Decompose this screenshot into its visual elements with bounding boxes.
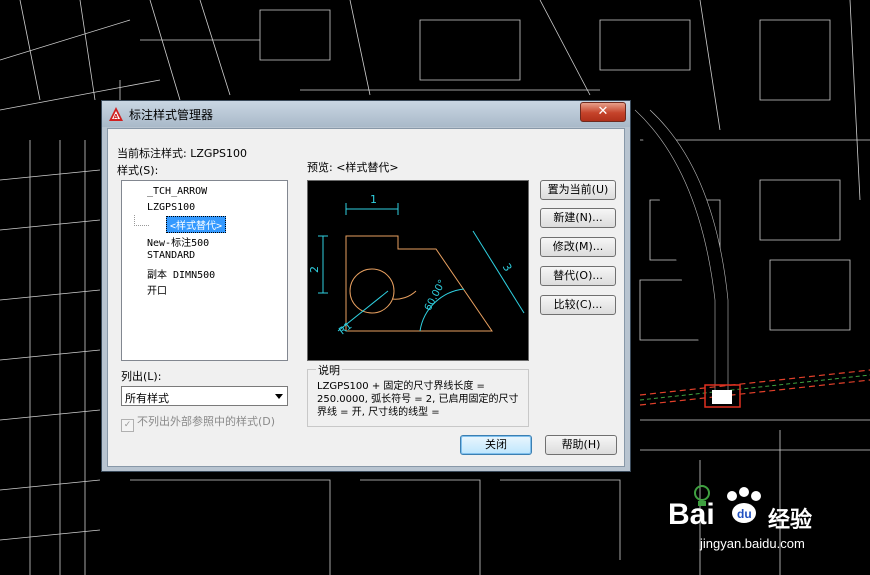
modify-style-button[interactable]: 修改(M)... [540,237,616,257]
set-current-button[interactable]: 置为当前(U) [540,180,616,200]
dimension-preview-drawing: 1 2 3 60.00° R1 [308,193,525,338]
new-style-button[interactable]: 新建(N)... [540,208,616,228]
style-preview-canvas: 1 2 3 60.00° R1 [307,180,529,361]
dim-label-2: 2 [308,266,321,273]
style-item[interactable]: _TCH_ARROW [147,186,207,197]
exclude-xref-checkbox[interactable]: ✓ 不列出外部参照中的样式(D) [121,413,275,432]
help-button[interactable]: 帮助(H) [545,435,617,455]
dialog-client-area: 当前标注样式: LZGPS100 样式(S): _TCH_ARROW LZGPS… [107,128,625,467]
dialog-title: 标注样式管理器 [129,108,214,122]
svg-text:du: du [737,507,752,521]
baidu-paw-logo-icon: du [727,487,761,523]
bulb-icon [694,485,710,506]
autocad-logo-icon: A [109,107,123,121]
current-style-label: 当前标注样式: LZGPS100 [117,147,248,160]
style-item[interactable]: STANDARD [147,250,195,261]
title-bar[interactable]: A 标注样式管理器 ✕ [102,101,630,127]
watermark-url: jingyan.baidu.com [700,536,805,551]
style-item-selected[interactable]: <样式替代> [166,216,227,233]
svg-text:A: A [114,114,119,121]
compare-style-button[interactable]: 比较(C)... [540,295,616,315]
description-group: 说明 LZGPS100 + 固定的尺寸界线长度 = 250.0000, 弧长符号… [307,362,529,427]
style-item[interactable]: 副本 DIMN500 [147,266,215,281]
tree-connector [134,215,149,226]
description-text: LZGPS100 + 固定的尺寸界线长度 = 250.0000, 弧长符号 = … [317,381,519,418]
description-title: 说明 [316,362,342,378]
close-window-button[interactable]: ✕ [580,102,626,122]
styles-listbox[interactable]: _TCH_ARROW LZGPS100 <样式替代> New-标注500 STA… [121,180,288,361]
dim-label-1: 1 [370,193,377,206]
styles-label: 样式(S): [117,164,159,177]
close-button[interactable]: 关闭 [460,435,532,455]
baidu-jingyan-text: 经验 [768,507,813,532]
chevron-down-icon[interactable] [275,394,283,399]
radius-label: R1 [337,321,354,338]
list-label: 列出(L): [121,370,162,383]
exclude-xref-label: 不列出外部参照中的样式(D) [137,415,276,428]
style-item[interactable]: 开口 [147,282,167,297]
dim-label-3: 3 [500,261,515,274]
preview-geometry [345,235,493,332]
preview-dimensions [318,203,525,332]
override-style-button[interactable]: 替代(O)... [540,266,616,286]
list-filter-dropdown[interactable]: 所有样式 [121,386,288,406]
style-item[interactable]: LZGPS100 [147,202,195,213]
preview-label: 预览: <样式替代> [307,161,399,174]
dimension-style-manager-dialog: A 标注样式管理器 ✕ 当前标注样式: LZGPS100 样式(S): _TCH… [101,100,631,472]
checkbox-icon[interactable]: ✓ [121,419,134,432]
list-filter-value: 所有样式 [125,392,169,405]
style-item[interactable]: New-标注500 [147,234,209,249]
